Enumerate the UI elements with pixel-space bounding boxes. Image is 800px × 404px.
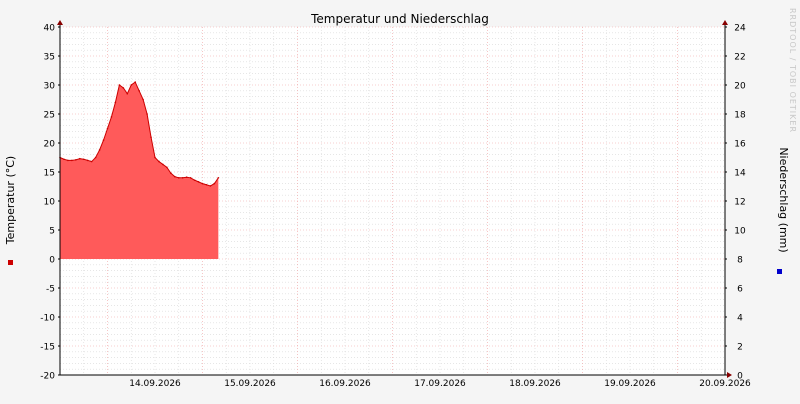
data-point-temperatur: [114, 101, 117, 104]
data-point-temperatur: [86, 159, 89, 162]
data-point-temperatur: [90, 160, 93, 163]
y-tick-label-right: 22: [734, 53, 745, 63]
x-tick-label: 17.09.2026: [414, 379, 466, 389]
data-point-temperatur: [82, 158, 85, 161]
data-point-temperatur: [181, 177, 184, 179]
data-point-temperatur: [173, 175, 176, 178]
y-tick-label-left: 25: [44, 111, 55, 121]
y-tick-label-right: 18: [734, 111, 746, 121]
y-tick-label-right: 4: [737, 314, 743, 324]
y-tick-label-left: 30: [44, 82, 56, 92]
data-point-temperatur: [67, 159, 69, 162]
y-tick-label-right: 10: [734, 227, 746, 237]
data-point-temperatur: [177, 177, 180, 179]
y-tick-label-right: 24: [734, 24, 746, 34]
data-point-temperatur: [134, 81, 137, 83]
y-tick-label-right: 12: [734, 198, 745, 208]
data-point-temperatur: [98, 149, 101, 151]
data-point-temperatur: [213, 182, 216, 185]
y-tick-label-left: 10: [44, 198, 56, 208]
y-axis-label-left: Temperatur (°C): [4, 156, 17, 245]
legend-swatch-temperatur: [8, 260, 13, 265]
legend-swatch-niederschlag: [777, 269, 782, 274]
data-point-temperatur: [102, 139, 105, 141]
x-tick-label: 20.09.2026: [699, 379, 751, 389]
data-point-temperatur: [193, 179, 196, 181]
chart-title: Temperatur und Niederschlag: [310, 12, 489, 26]
y-tick-label-right: 14: [734, 169, 746, 179]
data-point-temperatur: [71, 159, 73, 162]
x-tick-label: 19.09.2026: [604, 379, 656, 389]
data-point-temperatur: [170, 172, 172, 174]
data-point-temperatur: [78, 157, 81, 160]
x-tick-label: 16.09.2026: [319, 379, 371, 389]
y-tick-label-left: 5: [49, 227, 55, 237]
data-point-temperatur: [75, 159, 77, 161]
data-point-temperatur: [166, 166, 168, 169]
y-tick-label-left: 0: [49, 256, 55, 266]
data-point-temperatur: [150, 136, 152, 138]
data-point-temperatur: [130, 84, 133, 86]
y-tick-label-right: 16: [734, 140, 746, 150]
data-point-temperatur: [162, 163, 164, 166]
data-point-temperatur: [126, 92, 129, 95]
y-tick-label-left: -20: [40, 372, 55, 382]
y-tick-label-right: 2: [737, 343, 743, 353]
data-point-temperatur: [63, 158, 65, 161]
y-tick-label-left: 35: [44, 53, 55, 63]
y-tick-label-left: 15: [44, 169, 55, 179]
data-point-temperatur: [197, 181, 200, 183]
data-point-temperatur: [205, 183, 208, 186]
x-tick-label: 15.09.2026: [224, 379, 276, 389]
data-point-temperatur: [201, 182, 204, 185]
y-tick-label-right: 20: [734, 82, 746, 92]
y-tick-label-left: 40: [44, 24, 56, 34]
chart-root: 40 35 30 25 20 15 10 5 0 -5 -10 -15 -20 24 22 20 18 16 14 1…: [0, 0, 800, 400]
data-point-temperatur: [146, 113, 148, 115]
data-point-temperatur: [158, 160, 160, 163]
x-tick-label: 18.09.2026: [509, 379, 561, 389]
y-tick-label-right: 6: [737, 285, 743, 295]
data-point-temperatur: [94, 156, 97, 159]
watermark: RRDTOOL / TOBI OETIKER: [788, 8, 797, 133]
data-point-temperatur: [154, 156, 156, 159]
y-tick-label-left: -10: [40, 314, 55, 324]
y-axis-label-right: Niederschlag (mm): [777, 147, 790, 252]
data-point-temperatur: [142, 98, 144, 101]
data-point-temperatur: [189, 177, 192, 179]
y-tick-label-right: 8: [737, 256, 743, 266]
x-tick-label: 14.09.2026: [129, 379, 181, 389]
y-tick-label-left: 20: [44, 140, 56, 150]
data-point-temperatur: [209, 185, 212, 187]
y-tick-label-left: -15: [40, 343, 55, 353]
data-point-temperatur: [106, 127, 109, 130]
data-point-temperatur: [138, 90, 140, 92]
chart-svg: 4035302520151050-5-10-15-202422201816141…: [0, 0, 800, 400]
data-point-temperatur: [122, 87, 125, 89]
y-tick-label-left: -5: [46, 285, 55, 295]
data-point-temperatur: [110, 116, 113, 118]
data-point-temperatur: [118, 84, 121, 86]
data-point-temperatur: [217, 177, 220, 179]
data-point-temperatur: [185, 176, 188, 179]
